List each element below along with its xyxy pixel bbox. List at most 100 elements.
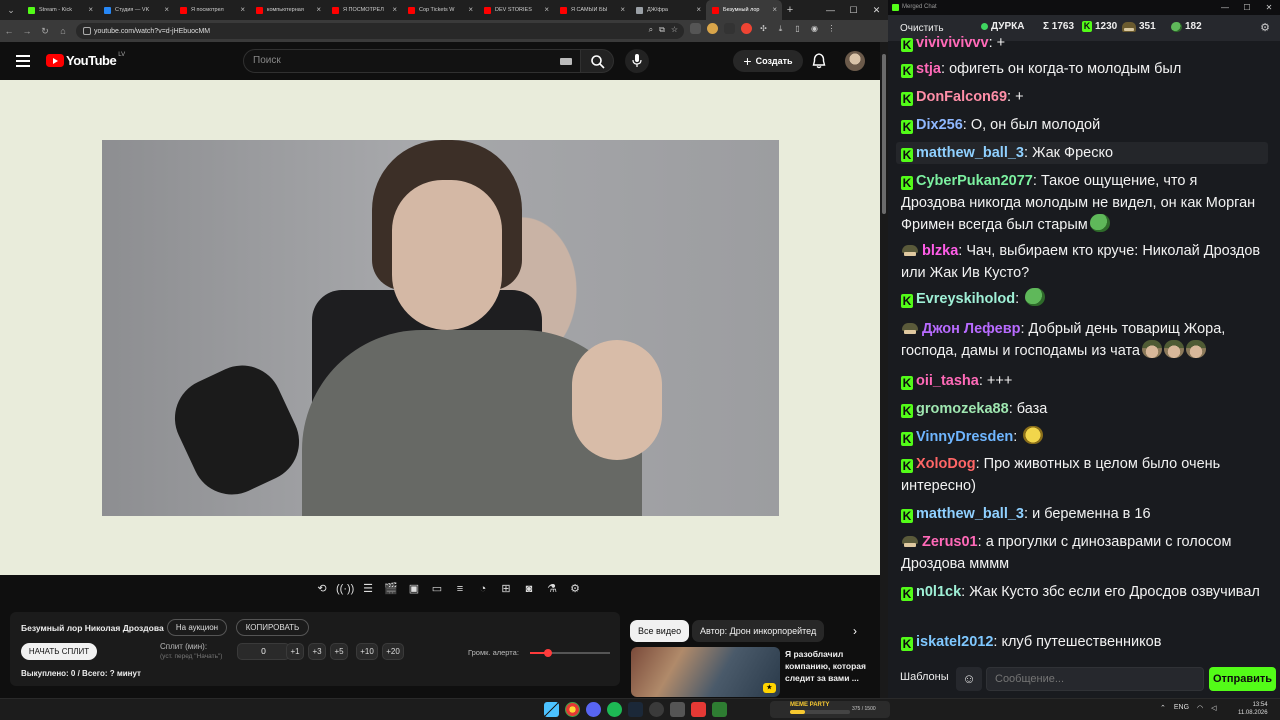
chat-message[interactable]: Kn0l1ck: Жак Кусто збс если его Дросдов … xyxy=(896,581,1268,603)
message-input[interactable] xyxy=(986,667,1204,691)
browser-tab[interactable]: Stream - Kick × xyxy=(22,0,98,20)
voice-search-button[interactable] xyxy=(625,49,649,73)
chat-message[interactable]: Kmatthew_ball_3: Жак Фреско xyxy=(896,142,1268,164)
browser-tab[interactable]: DEV STORIES × xyxy=(478,0,554,20)
profile-icon[interactable]: ◉ xyxy=(809,23,820,34)
tab-search-icon[interactable]: ⌄ xyxy=(0,0,22,20)
url-field[interactable]: youtube.com/watch?v=d-jHEbuocMM ⌕ ⧉ ☆ xyxy=(76,23,684,39)
chip-author[interactable]: Автор: Дрон инкорпорейтед xyxy=(692,620,825,642)
picture-in-picture-icon[interactable]: ▣ xyxy=(405,581,423,598)
tab-close-icon[interactable]: × xyxy=(620,5,625,14)
maximize-icon[interactable]: ☐ xyxy=(1236,0,1258,15)
video-player[interactable] xyxy=(0,80,880,575)
recommended-video-thumbnail[interactable]: ★ xyxy=(631,647,780,697)
chat-username[interactable]: stja xyxy=(916,61,941,77)
browser-tab[interactable]: Студия — VK × xyxy=(98,0,174,20)
chat-username[interactable]: XoloDog xyxy=(916,456,976,472)
clapper-icon[interactable]: 🎬 xyxy=(382,581,400,598)
chat-username[interactable]: oii_tasha xyxy=(916,373,979,389)
browser-tab[interactable]: Я САМЫЙ БЫ × xyxy=(554,0,630,20)
close-icon[interactable]: ✕ xyxy=(1258,0,1280,15)
templates-button[interactable]: Шаблоны xyxy=(900,671,949,683)
playlist-icon[interactable]: ☰ xyxy=(359,581,377,598)
bookmark-star-icon[interactable]: ☆ xyxy=(671,25,678,35)
zoom-icon[interactable]: ⌕ xyxy=(649,25,653,35)
chat-username[interactable]: Evreyskiholod xyxy=(916,291,1015,307)
volume-icon[interactable]: ◁ xyxy=(1211,704,1216,712)
chat-message[interactable]: Джон Лефевр: Добрый день товарищ Жора, г… xyxy=(896,318,1268,362)
chat-message[interactable]: Kgromozeka88: база xyxy=(896,398,1268,420)
app-icon[interactable] xyxy=(691,702,706,717)
auction-button[interactable]: На аукцион xyxy=(167,619,227,636)
flask-icon[interactable]: ⚗ xyxy=(543,581,561,598)
chat-username[interactable]: blzka xyxy=(922,243,958,259)
add-minutes-button[interactable]: +20 xyxy=(382,643,404,660)
chips-next-icon[interactable]: › xyxy=(846,622,864,640)
menu-dots-icon[interactable]: ⋮ xyxy=(826,23,837,34)
puzzle-icon[interactable]: ✣ xyxy=(758,23,769,34)
close-icon[interactable]: ✕ xyxy=(865,0,888,20)
chat-message[interactable]: Zerus01: а прогулки с динозаврами с голо… xyxy=(896,531,1268,575)
chat-message[interactable]: K Dix256: О, он был молодой xyxy=(896,114,1268,136)
create-button[interactable]: + Создать xyxy=(733,50,803,72)
keyboard-icon[interactable] xyxy=(560,58,572,65)
tab-close-icon[interactable]: × xyxy=(392,5,397,14)
add-minutes-button[interactable]: +10 xyxy=(356,643,378,660)
language-indicator[interactable]: ENG xyxy=(1174,704,1189,712)
add-minutes-button[interactable]: +3 xyxy=(308,643,326,660)
browser-tab[interactable]: Я ПОСМОТРЕЛ × xyxy=(326,0,402,20)
translate-icon[interactable]: ⧉ xyxy=(659,25,665,35)
video-frame[interactable] xyxy=(102,140,779,516)
chat-message[interactable]: Kmatthew_ball_3: и беременна в 16 xyxy=(896,503,1268,525)
chat-username[interactable]: VinnyDresden xyxy=(916,429,1013,445)
chat-username[interactable]: iskatel2012 xyxy=(916,634,993,650)
chat-message[interactable]: Koii_tasha: +++ xyxy=(896,370,1268,392)
extension-icon[interactable] xyxy=(741,23,752,34)
minimize-icon[interactable]: — xyxy=(1214,0,1236,15)
wifi-icon[interactable]: ◠ xyxy=(1197,704,1203,712)
home-icon[interactable]: ⌂ xyxy=(54,26,72,36)
maximize-icon[interactable]: ☐ xyxy=(842,0,865,20)
chrome-icon[interactable] xyxy=(565,702,580,717)
youtube-logo[interactable]: YouTube LV xyxy=(46,52,125,68)
broadcast-icon[interactable]: ((·)) xyxy=(336,581,354,598)
browser-tab[interactable]: Cop Tickets W × xyxy=(402,0,478,20)
scrollbar-thumb[interactable] xyxy=(882,54,886,214)
chat-username[interactable]: vivivivivvv xyxy=(916,35,989,51)
chip-all-videos[interactable]: Все видео xyxy=(630,620,690,642)
tab-close-icon[interactable]: × xyxy=(316,5,321,14)
tab-close-icon[interactable]: × xyxy=(468,5,473,14)
chat-username[interactable]: n0l1ck xyxy=(916,584,961,600)
split-minutes-input[interactable]: 0 xyxy=(237,643,290,660)
chat-username[interactable]: matthew_ball_3 xyxy=(916,506,1024,522)
search-input[interactable]: Поиск xyxy=(243,49,581,73)
spotify-icon[interactable] xyxy=(607,702,622,717)
chat-username[interactable]: Dix256 xyxy=(916,117,963,133)
browser-tab[interactable]: Я посмотрел × xyxy=(174,0,250,20)
settings-gear-icon[interactable]: ⚙ xyxy=(566,581,584,598)
hamburger-menu-icon[interactable] xyxy=(16,55,30,67)
app-icon[interactable] xyxy=(712,702,727,717)
start-windows-icon[interactable] xyxy=(544,702,559,717)
back-icon[interactable]: ← xyxy=(0,26,18,36)
meme-party-widget[interactable]: MEME PARTY 375 / 1500 xyxy=(770,701,890,718)
chat-message[interactable]: K CyberPukan2077: Такое ощущение, что я Д… xyxy=(896,170,1268,236)
tab-close-icon[interactable]: × xyxy=(88,5,93,14)
loop-icon[interactable]: ⟲ xyxy=(313,581,331,598)
browser-tab[interactable]: компьютерная × xyxy=(250,0,326,20)
extension-icon[interactable] xyxy=(707,23,718,34)
avatar[interactable] xyxy=(845,51,865,71)
tab-close-icon[interactable]: × xyxy=(240,5,245,14)
discord-icon[interactable] xyxy=(586,702,601,717)
emoji-picker-icon[interactable]: ☺ xyxy=(956,667,982,691)
recommended-video-title[interactable]: Я разоблачил компанию, которая следит за… xyxy=(785,648,875,684)
chat-message[interactable]: Kiskatel2012: клуб путешественников xyxy=(896,631,1268,653)
chat-message[interactable]: Kstja: офигеть он когда-то молодым был xyxy=(896,58,1268,80)
browser-tab[interactable]: ДЖ/фра × xyxy=(630,0,706,20)
chat-message[interactable]: K XoloDog: Про животных в целом было очен… xyxy=(896,453,1268,497)
notifications-bell-icon[interactable] xyxy=(812,53,826,69)
app-icon[interactable] xyxy=(670,702,685,717)
clock[interactable]: 13:54 11.08.2026 xyxy=(1238,701,1268,717)
copy-button[interactable]: КОПИРОВАТЬ xyxy=(236,619,309,636)
chat-username[interactable]: matthew_ball_3 xyxy=(916,145,1024,161)
